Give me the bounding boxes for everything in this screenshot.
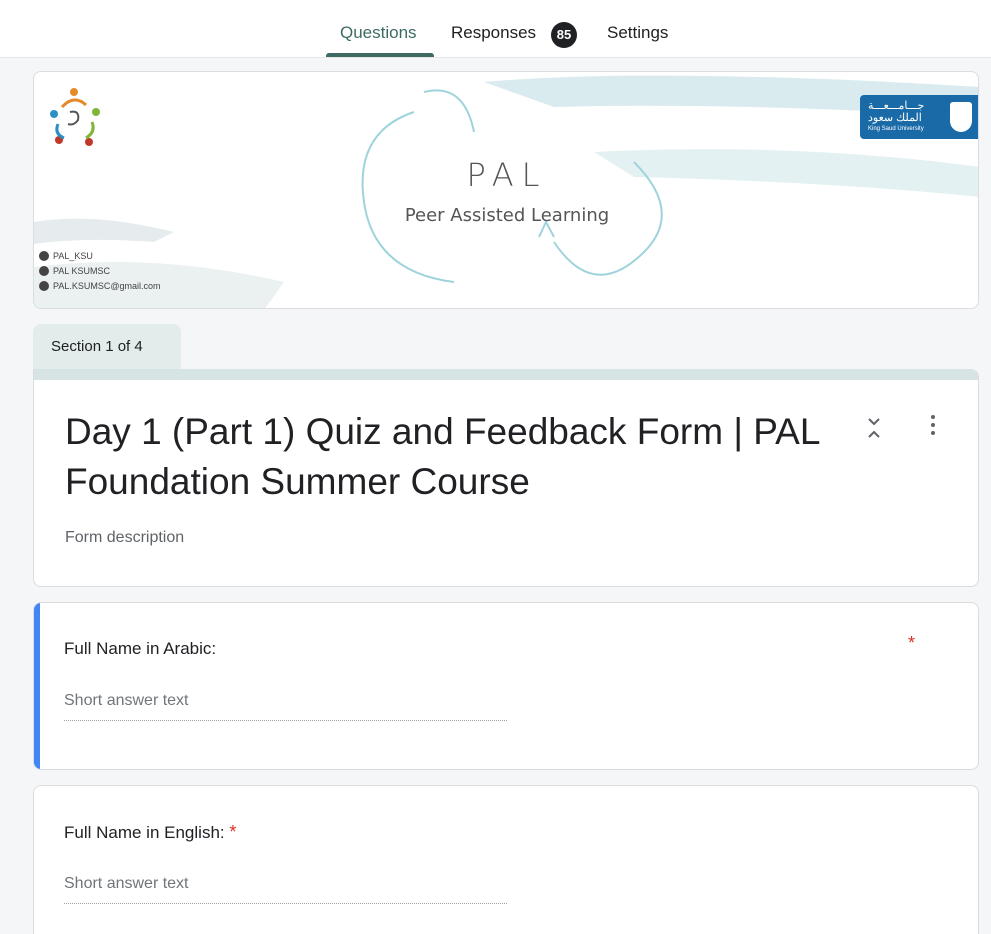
contact-youtube: PAL KSUMSC (39, 266, 110, 276)
email-icon (39, 281, 49, 291)
tab-questions[interactable]: Questions (340, 23, 417, 43)
question-card-arabic-name[interactable]: Full Name in Arabic: * Short answer text (33, 602, 979, 770)
short-answer-field: Short answer text (64, 692, 507, 721)
header-banner-image: PAL Peer Assisted Learning PAL_KSU PAL K… (33, 71, 979, 309)
contact-twitter: PAL_KSU (39, 251, 93, 261)
form-title[interactable]: Day 1 (Part 1) Quiz and Feedback Form | … (65, 407, 855, 507)
tab-responses[interactable]: Responses (451, 23, 536, 43)
ksu-crest-icon (950, 102, 972, 132)
banner-title: PAL (466, 156, 548, 194)
active-tab-indicator (326, 53, 434, 57)
required-mark: * (908, 633, 916, 653)
more-vert-icon[interactable] (927, 415, 939, 439)
top-tab-bar: Questions Responses 85 Settings (0, 0, 991, 58)
short-answer-field: Short answer text (64, 875, 507, 904)
question-card-english-name[interactable]: Full Name in English: * Short answer tex… (33, 785, 979, 934)
contact-email: PAL.KSUMSC@gmail.com (39, 281, 161, 291)
ksu-logo: جـــامـــعـــة الملك سعود King Saud Univ… (860, 95, 978, 139)
title-card-accent (34, 369, 978, 380)
responses-count-badge: 85 (551, 22, 577, 48)
section-label: Section 1 of 4 (33, 324, 181, 370)
question-title[interactable]: Full Name in Arabic: (64, 639, 216, 659)
active-question-indicator (34, 603, 40, 769)
form-description[interactable]: Form description (65, 529, 184, 547)
form-title-card[interactable]: Day 1 (Part 1) Quiz and Feedback Form | … (33, 369, 979, 587)
question-title: Full Name in English: (64, 823, 225, 842)
youtube-icon (39, 266, 49, 276)
required-mark: * (229, 822, 237, 842)
collapse-icon[interactable] (864, 415, 884, 441)
tab-settings[interactable]: Settings (607, 23, 668, 43)
banner-subtitle: Peer Assisted Learning (404, 205, 610, 226)
question-title-row[interactable]: Full Name in English: * (64, 822, 236, 843)
twitter-icon (39, 251, 49, 261)
pal-logo-icon (50, 88, 100, 146)
